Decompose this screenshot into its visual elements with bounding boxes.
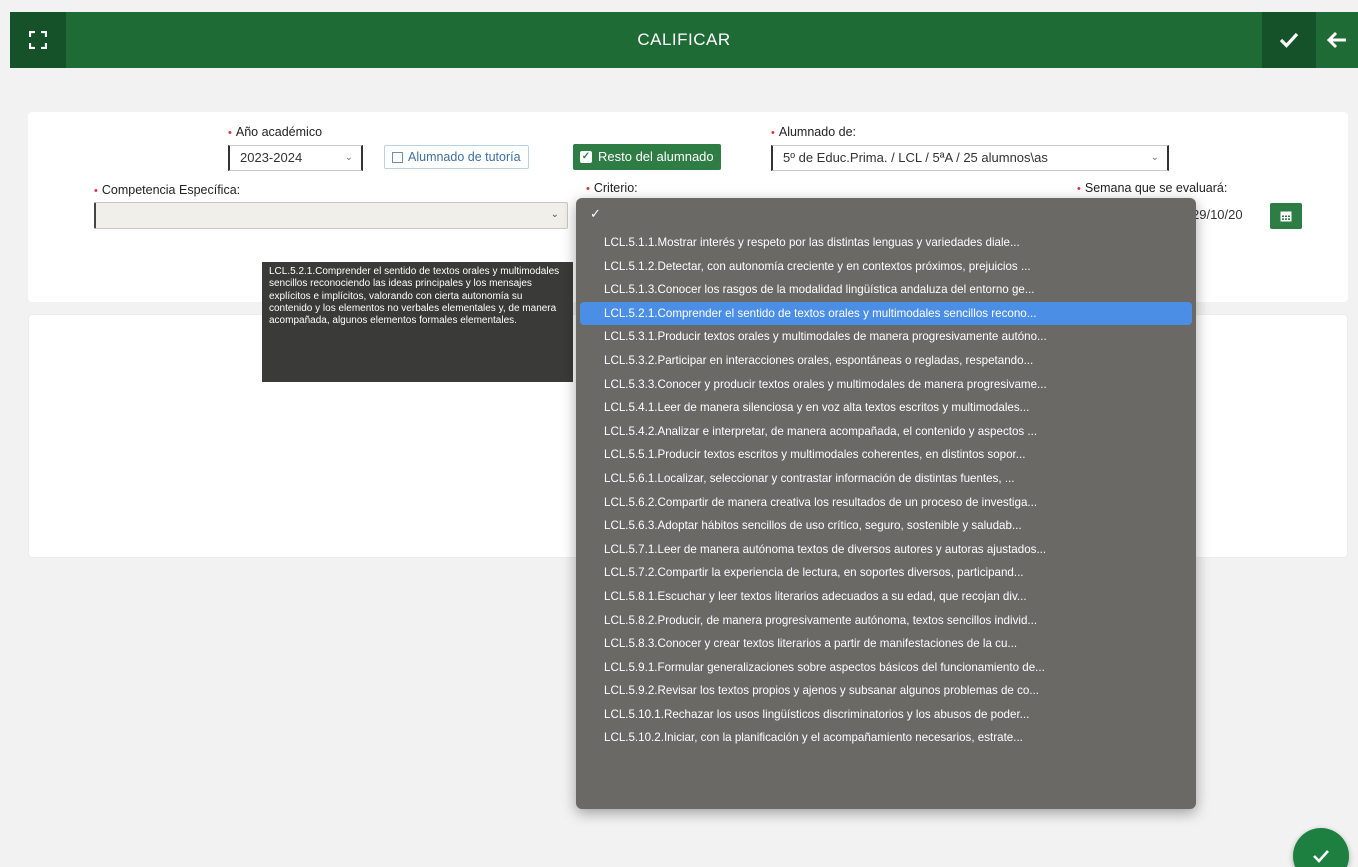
back-button[interactable] — [1316, 12, 1358, 68]
anio-academico-label: • Año académico — [228, 125, 323, 139]
anio-academico-value: 2023-2024 — [240, 150, 303, 165]
fullscreen-button[interactable] — [10, 12, 66, 68]
criterio-option[interactable]: LCL.5.8.3.Conocer y crear textos literar… — [580, 632, 1192, 656]
calendar-icon — [1280, 211, 1292, 222]
page-title: CALIFICAR — [637, 30, 731, 49]
criterio-option[interactable]: LCL.5.10.1.Rechazar los usos lingüístico… — [580, 703, 1192, 727]
calendar-button[interactable] — [1270, 203, 1302, 229]
criterio-option[interactable]: LCL.5.8.1.Escuchar y leer textos literar… — [580, 585, 1192, 609]
alumnado-de-label: • Alumnado de: — [771, 125, 856, 139]
checkbox-checked-icon: ✓ — [580, 151, 592, 163]
fullscreen-icon — [29, 31, 47, 49]
criterio-option[interactable]: LCL.5.3.3.Conocer y producir textos oral… — [580, 373, 1192, 397]
anio-academico-select[interactable]: 2023-2024 ⌄ — [228, 145, 363, 171]
criterio-option[interactable]: LCL.5.4.1.Leer de manera silenciosa y en… — [580, 396, 1192, 420]
alumnado-de-select[interactable]: 5º de Educ.Prima. / LCL / 5ªA / 25 alumn… — [771, 145, 1169, 171]
criterio-option[interactable]: LCL.5.7.2.Compartir la experiencia de le… — [580, 561, 1192, 585]
semana-label: • Semana que se evaluará: — [1077, 181, 1228, 195]
criterio-option[interactable]: LCL.5.1.2.Detectar, con autonomía crecie… — [580, 255, 1192, 279]
competencia-select[interactable]: ⌄ — [94, 202, 568, 229]
criterio-option[interactable]: LCL.5.10.2.Iniciar, con la planificación… — [580, 726, 1192, 750]
criterio-option-empty[interactable]: ✓ — [590, 206, 601, 222]
criterio-option[interactable]: LCL.5.1.1.Mostrar interés y respeto por … — [580, 231, 1192, 255]
save-fab-button[interactable] — [1293, 828, 1349, 867]
criterio-option[interactable]: LCL.5.4.2.Analizar e interpretar, de man… — [580, 420, 1192, 444]
alumnado-tutoria-checkbox[interactable]: Alumnado de tutoría — [384, 145, 529, 169]
criterio-option[interactable]: LCL.5.3.1.Producir textos orales y multi… — [580, 325, 1192, 349]
resto-alumnado-label: Resto del alumnado — [598, 149, 714, 164]
criterio-tooltip: LCL.5.2.1.Comprender el sentido de texto… — [262, 262, 573, 382]
check-icon — [1279, 32, 1299, 48]
criterio-option[interactable]: LCL.5.5.1.Producir textos escritos y mul… — [580, 443, 1192, 467]
criterio-option[interactable]: LCL.5.7.1.Leer de manera autónoma textos… — [580, 538, 1192, 562]
checkbox-unchecked-icon — [392, 151, 403, 163]
alumnado-tutoria-label: Alumnado de tutoría — [408, 150, 521, 164]
criterio-option[interactable]: LCL.5.1.3.Conocer los rasgos de la modal… — [580, 278, 1192, 302]
criterio-option[interactable]: LCL.5.3.2.Participar en interacciones or… — [580, 349, 1192, 373]
arrow-left-icon — [1327, 31, 1346, 49]
criterio-options-list: LCL.5.1.1.Mostrar interés y respeto por … — [580, 231, 1192, 750]
criterio-option[interactable]: LCL.5.6.1.Localizar, seleccionar y contr… — [580, 467, 1192, 491]
competencia-label: • Competencia Específica: — [94, 183, 241, 197]
criterio-option[interactable]: LCL.5.9.2.Revisar los textos propios y a… — [580, 679, 1192, 703]
criterio-label: • Criterio: — [586, 181, 638, 195]
confirm-button[interactable] — [1262, 12, 1316, 68]
chevron-down-icon: ⌄ — [550, 209, 559, 220]
header-bar: CALIFICAR — [10, 12, 1358, 68]
criterio-dropdown[interactable]: ✓ LCL.5.1.1.Mostrar interés y respeto po… — [576, 198, 1196, 809]
chevron-down-icon: ⌄ — [344, 152, 353, 163]
criterio-option-selected[interactable]: LCL.5.2.1.Comprender el sentido de texto… — [580, 301, 1192, 326]
criterio-option[interactable]: LCL.5.6.2.Compartir de manera creativa l… — [580, 491, 1192, 515]
criterio-option[interactable]: LCL.5.8.2.Producir, de manera progresiva… — [580, 609, 1192, 633]
chevron-down-icon: ⌄ — [1150, 152, 1159, 163]
check-icon — [1313, 850, 1329, 863]
resto-alumnado-checkbox[interactable]: ✓ Resto del alumnado — [573, 144, 721, 170]
alumnado-de-value: 5º de Educ.Prima. / LCL / 5ªA / 25 alumn… — [783, 150, 1048, 165]
criterio-option[interactable]: LCL.5.9.1.Formular generalizaciones sobr… — [580, 656, 1192, 680]
criterio-option[interactable]: LCL.5.6.3.Adoptar hábitos sencillos de u… — [580, 514, 1192, 538]
